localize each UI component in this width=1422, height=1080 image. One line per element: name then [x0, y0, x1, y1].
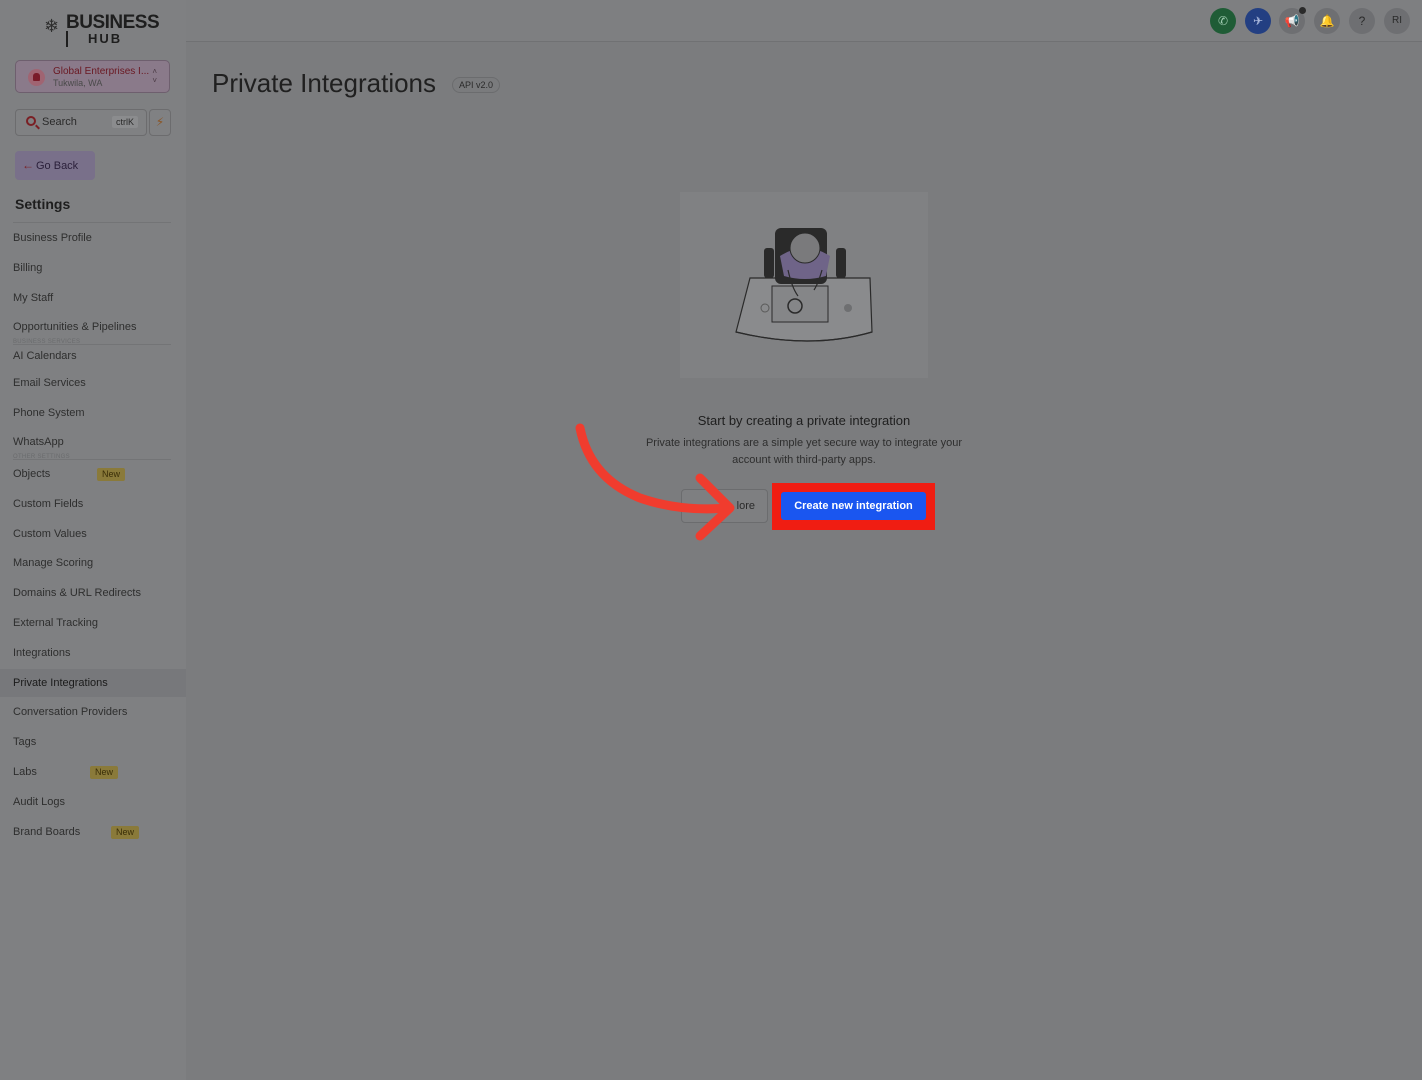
annotation-arrow [575, 423, 735, 541]
go-back-button[interactable]: ← Go Back [15, 151, 95, 180]
sidebar-item-billing[interactable]: Billing [0, 254, 186, 282]
sidebar-item-custom-values[interactable]: Custom Values [0, 520, 186, 548]
sidebar-item-business-profile[interactable]: Business Profile [0, 224, 186, 252]
sidebar-item-label: Opportunities & Pipelines [13, 321, 137, 333]
sidebar-item-tags[interactable]: Tags [0, 728, 186, 756]
sidebar-item-manage-scoring[interactable]: Manage Scoring [0, 549, 186, 577]
sidebar-item-label: Custom Fields [13, 498, 84, 510]
sidebar-item-label: My Staff [13, 292, 54, 304]
create-new-integration-button[interactable]: Create new integration [781, 492, 926, 520]
sidebar-item-opportunities[interactable]: Opportunities & Pipelines [0, 313, 186, 341]
search-button[interactable]: Search ctrlK [15, 109, 147, 136]
sidebar-item-domains[interactable]: Domains & URL Redirects [0, 579, 186, 607]
help-icon[interactable]: ? [1349, 8, 1375, 34]
arrow-left-icon: ← [22, 158, 34, 172]
search-icon [26, 116, 36, 126]
brand-line2: HUB [66, 31, 142, 47]
sidebar-item-label: Labs [13, 766, 37, 778]
empty-state-illustration [680, 192, 928, 378]
phone-icon[interactable]: ✆ [1210, 8, 1236, 34]
go-back-label: Go Back [36, 160, 79, 172]
sidebar: ❄ BUSINESS HUB Global Enterprises I... T… [0, 0, 186, 1080]
new-badge: New [97, 468, 126, 481]
sidebar-item-label: Tags [13, 736, 37, 748]
page-title: Private Integrations [212, 68, 437, 98]
sidebar-item-objects[interactable]: Objects New [0, 460, 186, 488]
settings-title: Settings [15, 196, 71, 212]
sidebar-item-label: Custom Values [13, 528, 87, 540]
chevron-up-down-icon: ˄ ˅ [152, 67, 157, 85]
account-switcher[interactable]: Global Enterprises I... Tukwila, WA ˄ ˅ [15, 60, 170, 93]
user-avatar[interactable]: RI [1384, 8, 1410, 34]
notification-dot [1299, 7, 1306, 14]
divider [13, 222, 171, 223]
account-name: Global Enterprises I... [53, 66, 150, 77]
sidebar-item-brand-boards[interactable]: Brand Boards New [0, 818, 186, 846]
sidebar-item-label: AI Calendars [13, 350, 77, 362]
sidebar-item-label: Manage Scoring [13, 557, 94, 569]
sidebar-item-label: Phone System [13, 407, 85, 419]
megaphone-icon[interactable]: 📢 [1279, 7, 1306, 34]
sidebar-item-labs[interactable]: Labs New [0, 758, 186, 786]
sidebar-item-my-staff[interactable]: My Staff [0, 284, 186, 312]
sidebar-item-label: Billing [13, 262, 43, 274]
sidebar-item-whatsapp[interactable]: WhatsApp [0, 428, 186, 456]
sidebar-item-label: External Tracking [13, 617, 98, 629]
sidebar-item-label: Objects [13, 468, 51, 480]
sidebar-item-label: Audit Logs [13, 796, 65, 808]
sidebar-item-label: Domains & URL Redirects [13, 587, 141, 599]
new-badge: New [90, 766, 119, 779]
search-shortcut: ctrlK [112, 116, 138, 128]
sidebar-item-label: Email Services [13, 377, 86, 389]
sidebar-item-label: Business Profile [13, 232, 92, 244]
sidebar-item-audit-logs[interactable]: Audit Logs [0, 788, 186, 816]
new-badge: New [111, 826, 140, 839]
quick-action-bolt-icon[interactable]: ⚡ [149, 109, 171, 136]
sidebar-item-integrations[interactable]: Integrations [0, 639, 186, 667]
sidebar-item-label: WhatsApp [13, 436, 64, 448]
sidebar-item-phone-system[interactable]: Phone System [0, 399, 186, 427]
search-label: Search [42, 116, 77, 128]
account-avatar-icon [28, 69, 45, 86]
sidebar-item-external-tracking[interactable]: External Tracking [0, 609, 186, 637]
sidebar-item-custom-fields[interactable]: Custom Fields [0, 490, 186, 518]
sidebar-item-email-services[interactable]: Email Services [0, 369, 186, 397]
top-bar: ✆ ✈ 📢 🔔 ? RI [186, 0, 1422, 42]
sidebar-item-label: Private Integrations [13, 677, 108, 689]
sidebar-item-label: Conversation Providers [13, 706, 128, 718]
sidebar-item-label: Integrations [13, 647, 71, 659]
api-version-badge: API v2.0 [452, 77, 501, 93]
sidebar-item-ai-calendars[interactable]: AI Calendars [0, 342, 186, 370]
sidebar-item-conversation-providers[interactable]: Conversation Providers [0, 698, 186, 726]
sidebar-item-private-integrations[interactable]: Private Integrations [0, 669, 186, 697]
rocket-icon[interactable]: ✈ [1245, 8, 1271, 34]
snowflake-icon: ❄ [44, 16, 60, 36]
account-location: Tukwila, WA [53, 78, 103, 88]
brand-logo[interactable]: ❄ BUSINESS HUB [44, 12, 160, 48]
bell-icon[interactable]: 🔔 [1314, 8, 1340, 34]
sidebar-item-label: Brand Boards [13, 826, 81, 838]
